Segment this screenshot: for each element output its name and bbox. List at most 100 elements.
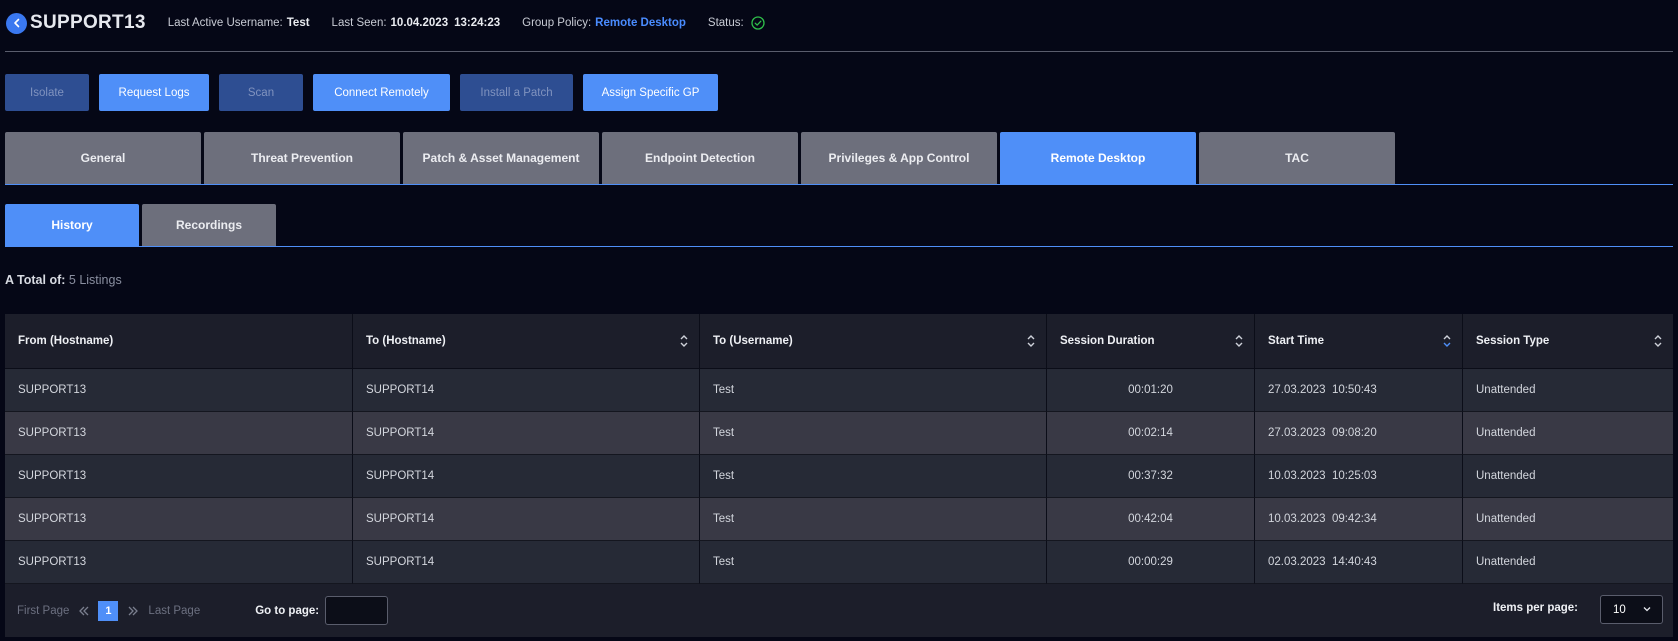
cell-session-type: Unattended <box>1463 412 1673 455</box>
table-row[interactable]: SUPPORT13 SUPPORT14 Test 00:02:14 27.03.… <box>5 412 1673 455</box>
page-title: SUPPORT13 <box>30 12 146 33</box>
table-row[interactable]: SUPPORT13 SUPPORT14 Test 00:37:32 10.03.… <box>5 455 1673 498</box>
cell-start-time: 27.03.2023 10:50:43 <box>1255 369 1463 412</box>
sort-icon[interactable] <box>1234 333 1244 349</box>
cell-to-hostname: SUPPORT14 <box>353 455 700 498</box>
table-header-row: From (Hostname) To (Hostname) To (Userna… <box>5 314 1673 369</box>
cell-start-time: 27.03.2023 09:08:20 <box>1255 412 1463 455</box>
install-patch-button[interactable]: Install a Patch <box>460 74 573 111</box>
last-active-username: Last Active Username: Test <box>168 17 310 29</box>
cell-to-hostname: SUPPORT14 <box>353 369 700 412</box>
last-seen-date: 10.04.2023 <box>390 17 449 29</box>
cell-to-username: Test <box>700 541 1047 584</box>
items-per-page-value: 10 <box>1613 603 1626 616</box>
last-active-label: Last Active Username: <box>167 17 283 29</box>
column-label: From (Hostname) <box>18 335 114 347</box>
chevron-left-icon <box>13 18 19 28</box>
column-label: Session Duration <box>1060 335 1155 347</box>
tab-threat-prevention[interactable]: Threat Prevention <box>204 132 400 184</box>
column-header-to-username[interactable]: To (Username) <box>700 314 1047 369</box>
cell-to-hostname: SUPPORT14 <box>353 498 700 541</box>
scan-button[interactable]: Scan <box>219 74 303 111</box>
double-chevron-left-icon[interactable] <box>78 605 90 617</box>
tab-remote-desktop[interactable]: Remote Desktop <box>1000 132 1196 184</box>
column-label: To (Hostname) <box>366 335 446 347</box>
goto-page-input[interactable] <box>325 596 389 625</box>
subtab-history[interactable]: History <box>5 204 139 246</box>
last-seen-label: Last Seen: <box>331 17 387 29</box>
action-toolbar: Isolate Request Logs Scan Connect Remote… <box>5 74 718 111</box>
check-circle-icon <box>751 16 765 30</box>
tab-tac[interactable]: TAC <box>1199 132 1395 184</box>
table-row[interactable]: SUPPORT13 SUPPORT14 Test 00:42:04 10.03.… <box>5 498 1673 541</box>
status-label: Status: <box>707 17 744 29</box>
total-label: A Total of: <box>5 273 66 287</box>
cell-start-time: 10.03.2023 10:25:03 <box>1255 455 1463 498</box>
column-header-session-type[interactable]: Session Type <box>1463 314 1673 369</box>
cell-start-time: 10.03.2023 09:42:34 <box>1255 498 1463 541</box>
group-policy: Group Policy: Remote Desktop <box>522 17 686 29</box>
sub-tabs: History Recordings <box>5 204 1673 247</box>
tab-privileges-app-control[interactable]: Privileges & App Control <box>801 132 997 184</box>
connect-remotely-button[interactable]: Connect Remotely <box>313 74 450 111</box>
column-header-from-hostname[interactable]: From (Hostname) <box>5 314 353 369</box>
cell-session-duration: 00:00:29 <box>1047 541 1255 584</box>
last-seen-time: 13:24:23 <box>454 17 501 29</box>
cell-from-hostname: SUPPORT13 <box>5 498 353 541</box>
cell-to-hostname: SUPPORT14 <box>353 412 700 455</box>
total-count: 5 Listings <box>68 273 122 287</box>
subtab-recordings[interactable]: Recordings <box>142 204 276 246</box>
last-seen: Last Seen: 10.04.2023 13:24:23 <box>332 17 501 29</box>
items-per-page-select[interactable]: 10 <box>1600 595 1663 624</box>
isolate-button[interactable]: Isolate <box>5 74 89 111</box>
cell-from-hostname: SUPPORT13 <box>5 455 353 498</box>
cell-from-hostname: SUPPORT13 <box>5 412 353 455</box>
device-header: SUPPORT13 Last Active Username: Test Las… <box>6 10 1666 36</box>
column-header-start-time[interactable]: Start Time <box>1255 314 1463 369</box>
cell-to-username: Test <box>700 498 1047 541</box>
tab-general[interactable]: General <box>5 132 201 184</box>
chevron-down-icon <box>1642 604 1652 614</box>
back-button[interactable] <box>6 12 27 34</box>
page-number-button[interactable]: 1 <box>98 600 119 621</box>
header-divider <box>5 51 1673 52</box>
table-row[interactable]: SUPPORT13 SUPPORT14 Test 00:00:29 02.03.… <box>5 541 1673 584</box>
pagination: First Page 1 Last Page Go to page: Items… <box>5 584 1673 637</box>
main-tabs: General Threat Prevention Patch & Asset … <box>5 132 1673 185</box>
sort-icon[interactable] <box>1026 333 1036 349</box>
cell-session-type: Unattended <box>1463 369 1673 412</box>
cell-to-hostname: SUPPORT14 <box>353 541 700 584</box>
sort-descending-icon[interactable] <box>1442 333 1452 349</box>
group-policy-link[interactable]: Remote Desktop <box>595 17 686 29</box>
total-listings: A Total of: 5 Listings <box>5 273 122 287</box>
cell-to-username: Test <box>700 412 1047 455</box>
cell-to-username: Test <box>700 369 1047 412</box>
assign-specific-gp-button[interactable]: Assign Specific GP <box>583 74 718 111</box>
cell-to-username: Test <box>700 455 1047 498</box>
request-logs-button[interactable]: Request Logs <box>99 74 209 111</box>
sort-icon[interactable] <box>1653 333 1663 349</box>
items-per-page-label: Items per page: <box>1493 602 1578 614</box>
column-header-to-hostname[interactable]: To (Hostname) <box>353 314 700 369</box>
double-chevron-right-icon[interactable] <box>127 605 139 617</box>
column-label: To (Username) <box>713 335 793 347</box>
column-header-session-duration[interactable]: Session Duration <box>1047 314 1255 369</box>
cell-session-duration: 00:02:14 <box>1047 412 1255 455</box>
column-label: Session Type <box>1476 335 1550 347</box>
cell-from-hostname: SUPPORT13 <box>5 541 353 584</box>
cell-session-duration: 00:42:04 <box>1047 498 1255 541</box>
group-policy-label: Group Policy: <box>522 17 592 29</box>
cell-session-type: Unattended <box>1463 541 1673 584</box>
last-active-value: Test <box>286 17 310 29</box>
cell-session-type: Unattended <box>1463 455 1673 498</box>
cell-session-type: Unattended <box>1463 498 1673 541</box>
column-label: Start Time <box>1268 335 1325 347</box>
cell-start-time: 02.03.2023 14:40:43 <box>1255 541 1463 584</box>
last-page-link[interactable]: Last Page <box>148 605 200 617</box>
first-page-link[interactable]: First Page <box>17 605 69 617</box>
tab-endpoint-detection[interactable]: Endpoint Detection <box>602 132 798 184</box>
table-row[interactable]: SUPPORT13 SUPPORT14 Test 00:01:20 27.03.… <box>5 369 1673 412</box>
tab-patch-asset-management[interactable]: Patch & Asset Management <box>403 132 599 184</box>
sort-icon[interactable] <box>679 333 689 349</box>
cell-from-hostname: SUPPORT13 <box>5 369 353 412</box>
